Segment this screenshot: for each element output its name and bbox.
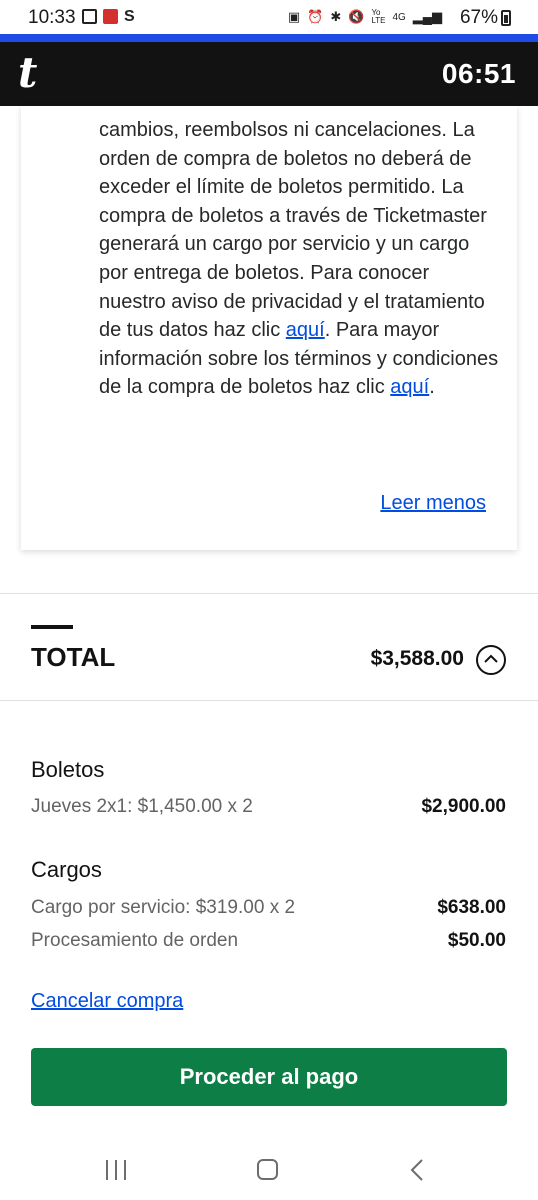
home-icon[interactable] [257,1159,278,1180]
processing-fee-label: Procesamiento de orden [31,930,239,951]
collapse-total-button[interactable] [476,645,506,675]
charges-title: Cargos [31,857,102,882]
battery-icon [501,10,511,26]
bank-app-icon [103,9,118,24]
battery-percent: 67% [459,7,498,28]
terms-link[interactable]: aquí [390,376,429,398]
ticket-line-value: $2,900.00 [421,796,506,817]
service-charge-label: Cargo por servicio: $319.00 x 2 [31,897,296,918]
cancel-purchase-link[interactable]: Cancelar compra [31,990,183,1013]
terms-text-part: . [429,376,435,399]
processing-fee-value: $50.00 [447,930,506,951]
status-bar: 10:33 S ▣ ⏰ ✱ 🔇 Yo LTE 4G ▂▄▆ 67% [0,0,538,34]
system-icons: ▣ ⏰ ✱ 🔇 Yo LTE 4G ▂▄▆ [288,9,442,25]
volte-icon: Yo LTE [371,8,386,25]
service-charge-value: $638.00 [437,897,506,918]
status-time: 10:33 [28,7,76,28]
total-label: TOTAL [31,642,116,672]
s-app-icon: S [124,8,135,25]
back-icon[interactable] [410,1158,424,1182]
countdown-timer: 06:51 [441,58,516,89]
bluetooth-icon: ✱ [330,9,342,24]
proceed-to-payment-button[interactable]: Proceder al pago [31,1048,507,1106]
terms-text: cambios, reembolsos ni cancelaciones. La… [99,116,499,402]
gallery-icon [82,9,97,24]
header-accent-line [0,34,538,42]
terms-text-part: cambios, reembolsos ni cancelaciones. La… [99,119,487,342]
total-accent-bar [31,625,73,629]
app-header: t 06:51 [0,42,538,106]
battery-saver-icon: ▣ [287,9,301,24]
notification-icons: S [82,8,138,25]
divider [0,700,538,701]
divider [0,593,538,594]
signal-icon: ▂▄▆ [412,9,442,24]
terms-card: cambios, reembolsos ni cancelaciones. La… [21,106,517,550]
read-less-link[interactable]: Leer menos [380,492,486,515]
chevron-up-icon [484,654,498,663]
privacy-link[interactable]: aquí [286,319,325,341]
4g-icon: 4G [392,11,406,23]
alarm-icon: ⏰ [307,9,324,24]
mute-icon: 🔇 [348,9,365,24]
ticket-line-label: Jueves 2x1: $1,450.00 x 2 [31,796,253,817]
recent-apps-icon[interactable] [106,1160,128,1180]
system-nav-bar [0,1140,538,1200]
tickets-title: Boletos [31,757,105,782]
ticketmaster-logo[interactable]: t [18,48,37,97]
total-amount: $3,588.00 [370,647,464,670]
